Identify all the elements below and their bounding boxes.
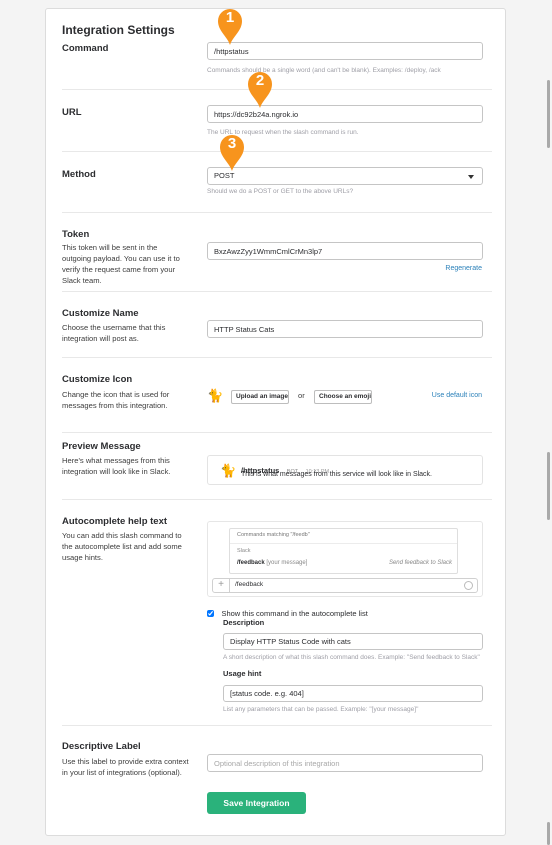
method-selected-value: POST <box>214 171 235 180</box>
preview-message-label: Preview Message <box>62 441 141 452</box>
autocomplete-checkbox-label: Show this command in the autocomplete li… <box>221 609 368 619</box>
autocomplete-label: Autocomplete help text <box>62 516 168 527</box>
autocomplete-section: Slack <box>237 548 251 554</box>
customize-icon-description: Change the icon that is used for message… <box>62 390 170 410</box>
preview-message-description: Here's what messages from this integrati… <box>62 456 171 476</box>
or-separator: or <box>298 391 305 400</box>
suggestion-usage: [your message] <box>266 560 308 566</box>
scrollbar-middle[interactable] <box>547 452 550 520</box>
customize-name-description: Choose the username that this integratio… <box>62 323 166 343</box>
scrollbar-bottom[interactable] <box>547 822 550 845</box>
page-title: Integration Settings <box>62 23 175 37</box>
usage-hint-hint: List any parameters that can be passed. … <box>223 706 419 713</box>
scrollbar-top[interactable] <box>547 80 550 148</box>
descriptive-label-description: Use this label to provide extra context … <box>62 757 189 777</box>
token-description: This token will be sent in the outgoing … <box>62 243 180 285</box>
save-integration-button[interactable]: Save Integration <box>207 792 306 814</box>
autocomplete-suggestion[interactable]: /feedback [your message] Send feedback t… <box>237 560 452 566</box>
choose-emoji-button[interactable]: Choose an emoji <box>314 390 372 404</box>
method-select[interactable]: POST <box>207 167 483 185</box>
autocomplete-matching-header: Commands matching "/feedb" <box>237 532 310 538</box>
cat-icon: 🐈 <box>207 388 224 403</box>
suggestion-command: /feedback <box>237 560 265 566</box>
url-label: URL <box>62 107 82 118</box>
marker-3-icon: 3 <box>217 132 247 172</box>
plus-icon[interactable]: + <box>213 579 230 592</box>
suggestion-description: Send feedback to Slack <box>388 560 452 566</box>
preview-text: This is what messages from this service … <box>241 471 433 478</box>
command-hint: Commands should be a single word (and ca… <box>207 67 441 74</box>
token-label: Token <box>62 229 90 240</box>
customize-icon-label: Customize Icon <box>62 374 133 385</box>
divider <box>62 212 492 213</box>
smiley-icon[interactable] <box>464 581 473 590</box>
message-preview-box: 🐈 /httpstatus BOT 10:13 PM This is what … <box>207 455 483 485</box>
descriptive-label-input[interactable] <box>207 754 483 772</box>
method-label: Method <box>62 169 96 180</box>
use-default-icon-link[interactable]: Use default icon <box>432 392 482 399</box>
autocomplete-popup: Commands matching "/feedb" Slack /feedba… <box>229 528 458 574</box>
autocomplete-description: You can add this slash command to the au… <box>62 531 182 562</box>
customize-name-label: Customize Name <box>62 308 139 319</box>
usage-hint-input[interactable] <box>223 685 483 702</box>
method-hint: Should we do a POST or GET to the above … <box>207 188 354 195</box>
divider <box>62 151 492 152</box>
marker-2-icon: 2 <box>245 69 275 109</box>
divider <box>62 499 492 500</box>
description-input[interactable] <box>223 633 483 650</box>
description-field-label: Description <box>223 618 265 627</box>
message-input-text: /feedback <box>235 581 264 588</box>
marker-1-icon: 1 <box>215 6 245 46</box>
token-input[interactable] <box>207 242 483 260</box>
integration-settings-panel: Integration Settings Command Commands sh… <box>45 8 506 836</box>
usage-hint-field-label: Usage hint <box>223 669 262 678</box>
divider <box>62 89 492 90</box>
descriptive-label-label: Descriptive Label <box>62 741 141 752</box>
divider <box>62 291 492 292</box>
message-input-box[interactable]: + /feedback <box>212 578 478 593</box>
upload-image-button[interactable]: Upload an image <box>231 390 289 404</box>
autocomplete-preview: Commands matching "/feedb" Slack /feedba… <box>207 521 483 597</box>
username-input[interactable] <box>207 320 483 338</box>
command-label: Command <box>62 43 109 54</box>
divider <box>62 725 492 726</box>
command-input[interactable] <box>207 42 483 60</box>
autocomplete-checkbox[interactable] <box>207 610 214 618</box>
divider <box>62 432 492 433</box>
cat-icon: 🐈 <box>220 463 237 478</box>
regenerate-link[interactable]: Regenerate <box>445 265 482 272</box>
caret-down-icon <box>468 175 474 179</box>
description-hint: A short description of what this slash c… <box>223 654 480 661</box>
divider <box>62 357 492 358</box>
